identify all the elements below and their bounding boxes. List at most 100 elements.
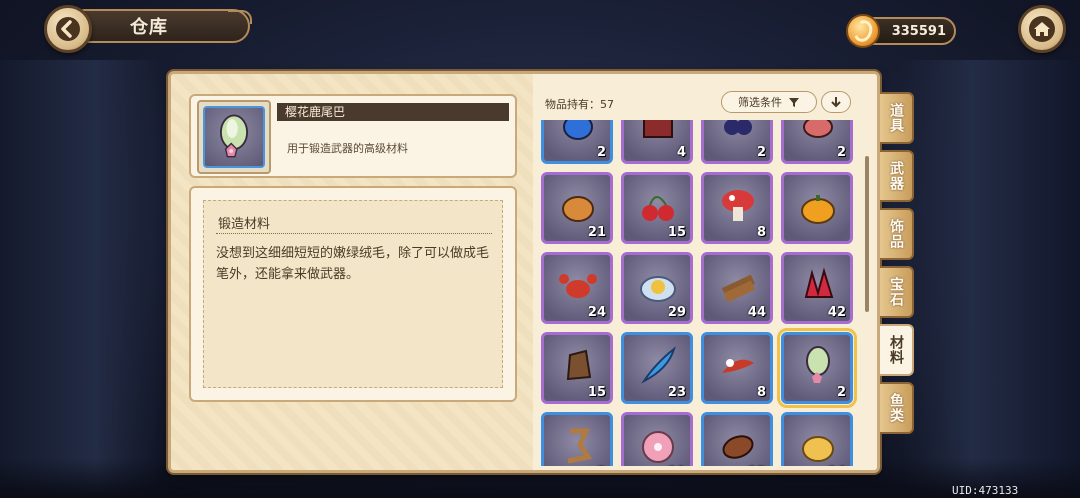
sort-button[interactable]	[821, 91, 851, 113]
inventory-slot[interactable]: 2	[781, 120, 853, 164]
filter-icon	[789, 98, 799, 107]
item-count: 42	[827, 305, 846, 320]
egg-dish-icon	[640, 276, 676, 302]
coin-icon	[846, 14, 880, 48]
tab-5[interactable]: 鱼类	[880, 382, 914, 434]
inventory-slot[interactable]: 4	[621, 120, 693, 164]
red-crystal-icon	[804, 267, 834, 298]
tab-4[interactable]: 材料	[880, 324, 914, 376]
inventory-slot[interactable]: 29	[621, 252, 693, 324]
item-preview	[203, 106, 265, 168]
item-name: 樱花鹿尾巴	[277, 103, 509, 121]
hook-icon	[567, 428, 593, 464]
inventory-slot[interactable]: 15	[541, 332, 613, 404]
inventory-slot[interactable]: 2	[777, 328, 857, 408]
page-title: 仓库	[130, 17, 168, 38]
home-icon	[1029, 16, 1055, 42]
background-curtain-right	[900, 60, 1080, 498]
divider	[216, 233, 492, 234]
red-cloth-icon	[643, 120, 673, 138]
item-preview-frame	[197, 100, 271, 174]
item-count: 31	[668, 465, 686, 466]
user-id: UID:473133	[952, 484, 1019, 497]
mushroom-icon	[722, 190, 754, 221]
inventory-slot[interactable]: 36	[781, 412, 853, 466]
item-count: 2	[596, 145, 606, 160]
blue-feather-icon	[641, 346, 676, 384]
inventory-slot[interactable]: 2	[701, 120, 773, 164]
ham-icon	[722, 435, 754, 459]
tab-label: 材料	[888, 335, 904, 365]
inventory-slot[interactable]: 42	[781, 252, 853, 324]
inventory-slot[interactable]: 24	[541, 252, 613, 324]
tab-2[interactable]: 饰品	[880, 208, 914, 260]
item-description: 没想到这细细短短的嫩绿绒毛，除了可以做成毛笔外，还能拿来做武器。	[216, 246, 490, 282]
inventory-slot[interactable]: 31	[621, 412, 693, 466]
inventory-slot[interactable]: 2	[541, 412, 613, 466]
inventory-slot[interactable]: 15	[621, 172, 693, 244]
inventory-slot[interactable]: 2	[541, 120, 613, 164]
filter-button[interactable]: 筛选条件	[721, 91, 817, 113]
item-count: 29	[667, 305, 686, 320]
warehouse-panel: 樱花鹿尾巴 用于锻造武器的高级材料 锻造材料 没想到这细细短短的嫩绿绒毛，除了可…	[168, 71, 880, 473]
arrow-down-icon	[831, 97, 841, 108]
inventory-slot[interactable]: 8	[701, 332, 773, 404]
currency-amount: 335591	[891, 23, 946, 39]
item-count: 4	[676, 145, 686, 160]
back-arrow-icon	[56, 17, 80, 41]
inventory-slot[interactable]: 32	[701, 412, 773, 466]
back-button[interactable]	[44, 5, 92, 53]
item-detail-area: 樱花鹿尾巴 用于锻造武器的高级材料 锻造材料 没想到这细细短短的嫩绿绒毛，除了可…	[171, 74, 533, 470]
item-count: 36	[828, 465, 846, 466]
tab-1[interactable]: 武器	[880, 150, 914, 202]
inventory-slot[interactable]: 21	[541, 172, 613, 244]
title-plate: 仓库	[80, 9, 250, 43]
item-count: 8	[756, 385, 766, 400]
inventory-slot[interactable]: 44	[701, 252, 773, 324]
tab-label: 饰品	[888, 219, 904, 249]
sakura-deer-tail-icon	[219, 114, 249, 158]
item-count: 15	[587, 385, 606, 400]
description-box: 锻造材料 没想到这细细短短的嫩绿绒毛，除了可以做成毛笔外，还能拿来做武器。	[189, 186, 517, 402]
filter-label: 筛选条件	[738, 96, 782, 109]
item-count: 21	[587, 225, 606, 240]
wood-plank-icon	[721, 274, 756, 303]
item-count: 15	[667, 225, 686, 240]
inventory-grid-viewport: 242221158242944421523822313236	[541, 120, 857, 466]
item-count: 8	[756, 225, 766, 240]
inventory-slot[interactable]: 8	[701, 172, 773, 244]
blue-gem-icon	[563, 120, 593, 140]
crab-icon	[559, 274, 597, 298]
background-curtain-left	[0, 60, 160, 498]
scrollbar[interactable]	[865, 156, 869, 312]
item-category: 锻造材料	[218, 217, 271, 232]
item-count: 24	[587, 305, 606, 320]
inventory-grid: 242221158242944421523822313236	[541, 120, 857, 466]
item-count: 44	[747, 305, 766, 320]
tab-label: 鱼类	[888, 393, 904, 423]
tab-label: 武器	[888, 161, 904, 191]
inventory-slot[interactable]	[781, 172, 853, 244]
item-count: 23	[667, 385, 686, 400]
item-count-label: 物品持有：57	[545, 98, 614, 111]
pumpkin-icon	[801, 195, 835, 224]
berries-icon	[724, 120, 752, 135]
pink-flower-icon	[642, 431, 674, 463]
inventory-slot[interactable]: 23	[621, 332, 693, 404]
meat-icon	[803, 120, 833, 138]
tab-0[interactable]: 道具	[880, 92, 914, 144]
sakura-deer-tail-icon	[806, 346, 830, 383]
title-ornament	[228, 10, 252, 24]
item-count: 2	[597, 465, 606, 466]
home-button[interactable]	[1018, 5, 1066, 53]
description-inner: 锻造材料 没想到这细细短短的嫩绿绒毛，除了可以做成毛笔外，还能拿来做武器。	[203, 200, 503, 388]
item-subtitle: 用于锻造武器的高级材料	[287, 142, 408, 155]
ore-icon	[566, 349, 592, 381]
inventory-area: 物品持有：57 筛选条件 242221158242944421523822313…	[533, 74, 877, 470]
item-card: 樱花鹿尾巴 用于锻造武器的高级材料	[189, 94, 517, 178]
tab-3[interactable]: 宝石	[880, 266, 914, 318]
golden-chicken-icon	[802, 436, 834, 462]
tab-label: 宝石	[888, 277, 904, 307]
cherry-icon	[642, 196, 674, 221]
item-count: 32	[748, 465, 766, 466]
